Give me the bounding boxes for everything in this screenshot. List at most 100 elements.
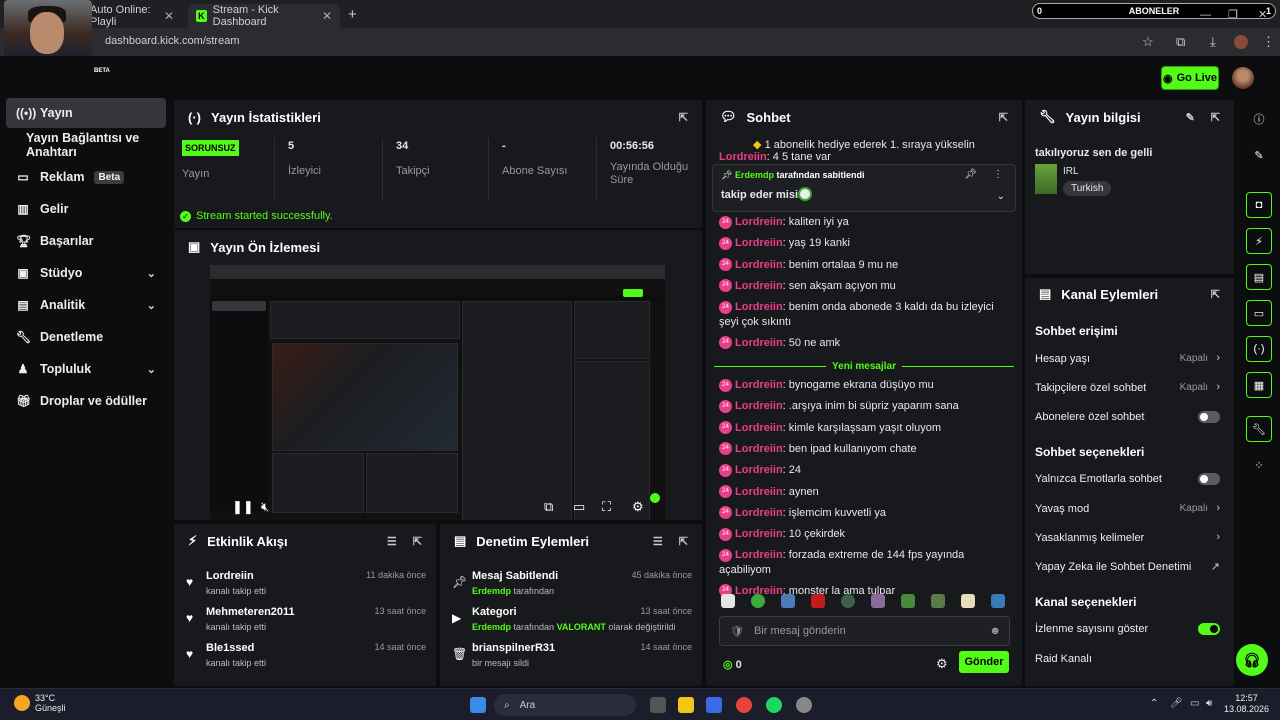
browser-tab[interactable]: Auto Online: Playli ✕ [82, 4, 182, 28]
task-view-icon[interactable] [650, 697, 666, 713]
chat-username[interactable]: Lordreiin [735, 337, 783, 349]
gift-banner[interactable]: ◆ 1 abonelik hediye ederek 1. sıraya yük… [706, 138, 1022, 151]
browser-tab-active[interactable]: K Stream - Kick Dashboard ✕ [188, 4, 340, 28]
go-live-button[interactable]: ◉ Go Live [1161, 66, 1219, 90]
expand-icon[interactable]: ⇱ [999, 111, 1008, 124]
mic-icon[interactable]: 🎤︎ [1170, 698, 1183, 709]
start-icon[interactable] [470, 697, 486, 713]
filter-icon[interactable]: ☰ [653, 535, 663, 548]
new-tab-icon[interactable]: + [348, 6, 357, 23]
app-icon[interactable] [796, 697, 812, 713]
chat-username[interactable]: Lordreiin [719, 152, 767, 162]
emote-only-toggle[interactable] [1198, 473, 1220, 485]
sidebar-item-basarilar[interactable]: 🏆︎ Başarılar [6, 226, 166, 256]
external-link-icon[interactable]: ↗ [1211, 560, 1220, 573]
subscriber-only-toggle[interactable] [1198, 411, 1220, 423]
volume-icon[interactable]: 🔊︎ [1206, 698, 1212, 709]
chat-username[interactable]: Lordreiin [735, 400, 783, 412]
filter-icon[interactable]: ☰ [387, 535, 397, 548]
chat-username[interactable]: Lordreiin [735, 422, 783, 434]
close-tab-icon[interactable]: ✕ [164, 9, 174, 23]
chat-settings-icon[interactable]: ⚙ [936, 656, 948, 672]
send-button[interactable]: Gönder [959, 651, 1009, 673]
fullscreen-icon[interactable]: ⛶ [602, 499, 611, 515]
sidebar-item-gelir[interactable]: ▥ Gelir [6, 194, 166, 224]
bookmark-star-icon[interactable]: ☆ [1142, 34, 1154, 50]
pause-icon[interactable]: ❚❚ [232, 499, 254, 515]
sidebar-item-droplar[interactable]: 🎁︎ Droplar ve ödüller [6, 386, 166, 416]
document-icon[interactable]: ▤ [1246, 264, 1272, 290]
chat-icon[interactable]: ▭ [1246, 300, 1272, 326]
tray-chevron-icon[interactable]: ⌃ [1150, 698, 1158, 709]
sidebar-item-yayin[interactable]: ((•)) Yayın [6, 98, 166, 128]
info-icon[interactable]: ⓘ [1246, 106, 1272, 132]
network-icon[interactable]: ▭ [1190, 698, 1199, 709]
menu-kebab-icon[interactable]: ⋮ [1262, 34, 1275, 50]
expand-icon[interactable]: ⇱ [1211, 288, 1220, 301]
chevron-right-icon[interactable]: › [1216, 352, 1220, 364]
chat-username[interactable]: Lordreiin [735, 280, 783, 292]
wrench-icon[interactable]: 🔧︎ [1246, 416, 1272, 442]
theater-icon[interactable]: ▭ [573, 499, 585, 515]
profile-avatar[interactable] [1234, 35, 1248, 49]
chat-username[interactable]: Lordreiin [735, 259, 783, 271]
kebab-menu-icon[interactable]: ⋮ [993, 169, 1003, 180]
sidebar-item-reklam[interactable]: ▭ Reklam Beta [6, 162, 166, 192]
chevron-right-icon[interactable]: › [1216, 381, 1220, 393]
sidebar-item-topluluk[interactable]: ♟ Topluluk ⌄ [6, 354, 166, 384]
chevron-right-icon[interactable]: › [1216, 531, 1220, 543]
clock[interactable]: 12:57 13.08.2026 [1224, 693, 1269, 715]
file-explorer-icon[interactable] [678, 697, 694, 713]
chat-username[interactable]: Lordreiin [735, 528, 783, 540]
chat-username[interactable]: Lordreiin [735, 464, 783, 476]
chat-input[interactable]: 🛡︎ Bir mesaj gönderin ☻ [719, 616, 1010, 646]
expand-icon[interactable]: ⇱ [679, 535, 688, 548]
sidebar-item-analitik[interactable]: ▤ Analitik ⌄ [6, 290, 166, 320]
channel-points[interactable]: ◎ 0 [723, 658, 742, 671]
edit-icon[interactable]: ✎ [1246, 142, 1272, 168]
show-viewcount-toggle[interactable] [1198, 623, 1220, 635]
chrome-icon[interactable] [736, 697, 752, 713]
close-tab-icon[interactable]: ✕ [322, 9, 332, 23]
expand-icon[interactable]: ⇱ [679, 111, 688, 124]
url-field[interactable]: dashboard.kick.com/stream [105, 35, 240, 47]
chat-username[interactable]: Lordreiin [735, 549, 783, 561]
chat-username[interactable]: Lordreiin [735, 486, 783, 498]
chat-username[interactable]: Lordreiin [735, 379, 783, 391]
store-icon[interactable] [706, 697, 722, 713]
weather-widget[interactable]: 33°C Güneşli [14, 693, 66, 713]
expand-icon[interactable]: ⇱ [413, 535, 422, 548]
user-avatar[interactable] [1232, 67, 1254, 89]
help-headset-button[interactable]: 🎧︎ [1236, 644, 1268, 676]
pip-icon[interactable]: ⧉ [544, 499, 553, 515]
edit-icon[interactable]: ✎ [1186, 111, 1195, 124]
settings-gear-icon[interactable]: ⚙ [632, 499, 644, 515]
chat-username[interactable]: Lordreiin [735, 443, 783, 455]
extensions-icon[interactable]: ⧉ [1176, 34, 1185, 50]
sidebar-item-denetleme[interactable]: 🔧︎ Denetleme [6, 322, 166, 352]
chevron-right-icon[interactable]: › [1216, 502, 1220, 514]
unpin-icon[interactable]: 📌︎ [964, 169, 977, 180]
spotify-icon[interactable] [766, 697, 782, 713]
broadcast-icon[interactable]: (·) [1246, 336, 1272, 362]
sidebar-item-studyo[interactable]: ▣ Stüdyo ⌄ [6, 258, 166, 288]
chat-username[interactable]: Lordreiin [735, 237, 783, 249]
download-icon[interactable]: ⤓ [1210, 34, 1216, 50]
maximize-icon[interactable]: ❐ [1228, 8, 1238, 21]
stream-preview-video[interactable] [210, 265, 665, 520]
close-window-icon[interactable]: ✕ [1258, 8, 1267, 21]
taskbar-search[interactable]: ⌕ Ara [494, 694, 636, 716]
layout-icon[interactable]: ▦ [1246, 372, 1272, 398]
expand-icon[interactable]: ⇱ [1211, 111, 1220, 124]
bolt-icon[interactable]: ⚡︎ [1246, 228, 1272, 254]
chevron-down-icon[interactable]: ⌄ [997, 191, 1005, 202]
mute-icon[interactable]: 🔇︎ [261, 499, 269, 515]
focus-icon[interactable]: ◘ [1246, 192, 1272, 218]
chat-username[interactable]: Lordreiin [735, 301, 783, 313]
chat-username[interactable]: Lordreiin [735, 216, 783, 228]
minimize-icon[interactable]: — [1200, 9, 1211, 21]
emoji-icon[interactable]: ☻ [989, 625, 1001, 637]
apps-icon[interactable]: ⁘ [1246, 452, 1272, 478]
chat-username[interactable]: Lordreiin [735, 507, 783, 519]
sidebar-item-stream-key[interactable]: Yayın Bağlantısı ve Anahtarı [16, 130, 176, 160]
